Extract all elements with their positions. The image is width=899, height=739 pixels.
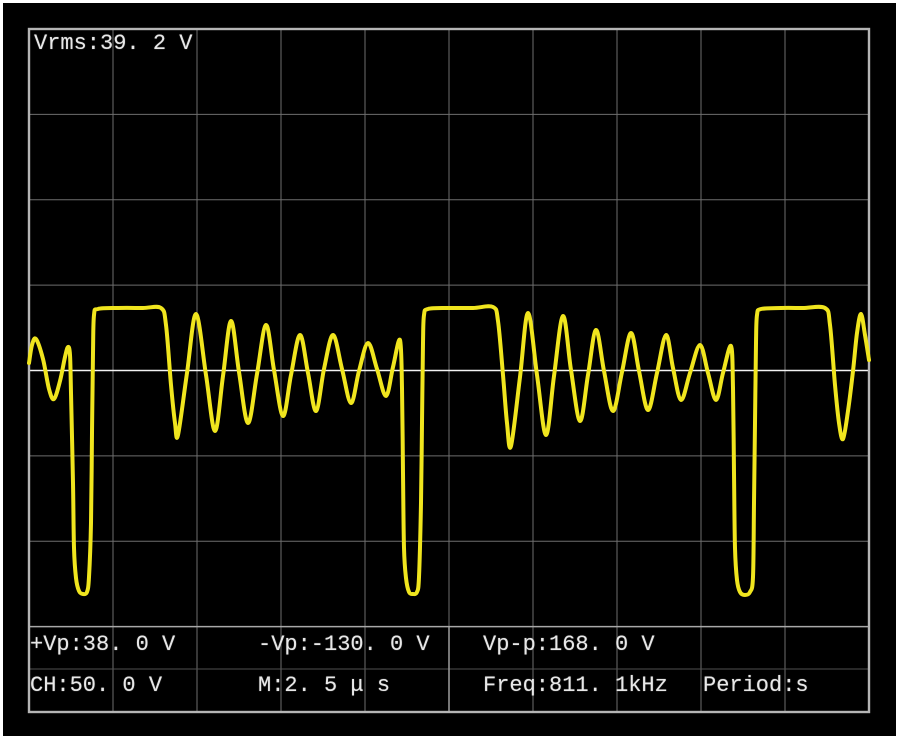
channel-scale-readout: CH:50. 0 V xyxy=(30,673,162,699)
frequency-readout: Freq:811. 1kHz xyxy=(483,673,668,699)
negative-peak-readout: -Vp:-130. 0 V xyxy=(258,632,430,658)
oscilloscope-screen: Vrms:39. 2 V +Vp:38. 0 V -Vp:-130. 0 V V… xyxy=(0,0,899,739)
vrms-readout: Vrms:39. 2 V xyxy=(34,31,192,57)
positive-peak-readout: +Vp:38. 0 V xyxy=(30,632,175,658)
peak-to-peak-readout: Vp-p:168. 0 V xyxy=(483,632,655,658)
timebase-readout: M:2. 5 μ s xyxy=(258,673,390,699)
period-readout: Period:s xyxy=(703,673,809,699)
graticule-and-waveform xyxy=(3,3,896,736)
